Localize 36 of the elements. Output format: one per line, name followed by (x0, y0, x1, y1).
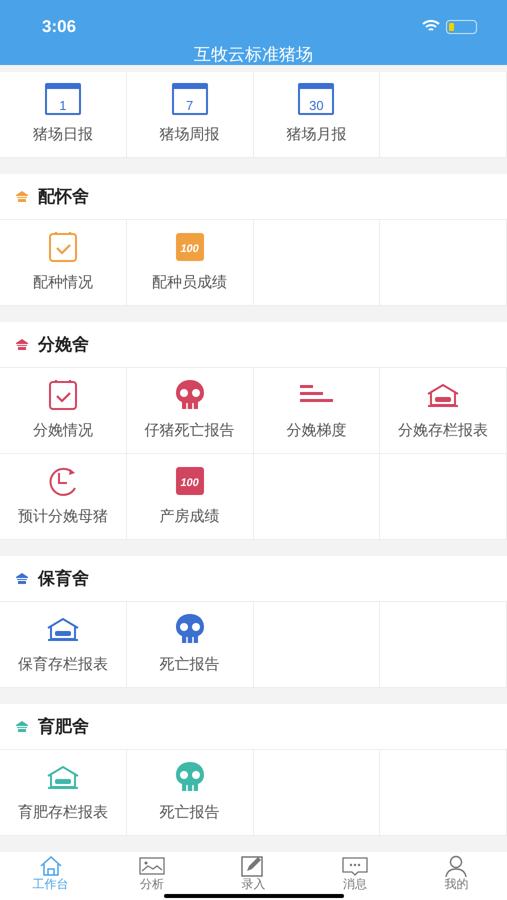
menu-item[interactable]: 配种情况 (0, 220, 127, 306)
section-title: 配怀舍 (38, 186, 89, 208)
tab[interactable]: 录入 (202, 855, 304, 890)
menu-item[interactable]: 育肥存栏报表 (0, 750, 127, 836)
home-icon (38, 855, 64, 877)
menu-item[interactable]: 死亡报告 (126, 602, 254, 688)
tab[interactable]: 分析 (101, 855, 203, 890)
menu-item[interactable]: 分娩存栏报表 (380, 368, 507, 454)
section-title: 保育舍 (38, 568, 89, 590)
menu-item[interactable]: 分娩情况 (0, 368, 127, 454)
message-icon (342, 855, 368, 877)
tab[interactable]: 我的 (406, 855, 507, 890)
menu-item[interactable]: 保育存栏报表 (0, 602, 127, 688)
score-number: 100 (180, 478, 199, 489)
status-time: 3:06 (42, 16, 76, 38)
section-title: 育肥舍 (38, 716, 89, 738)
section-title: 分娩舍 (38, 334, 89, 356)
wifi-icon (422, 20, 440, 34)
calendar-number: 1 (59, 99, 66, 112)
menu-item[interactable]: 30 猪场月报 (254, 72, 380, 158)
menu-item[interactable]: 预计分娩母猪 (0, 454, 127, 540)
menu-item[interactable]: 1 猪场日报 (0, 72, 127, 158)
image-icon (139, 855, 166, 877)
menu-item[interactable]: 死亡报告 (126, 750, 254, 836)
menu-item[interactable]: 100 产房成绩 (126, 454, 254, 540)
menu-item[interactable]: 仔猪死亡报告 (126, 368, 254, 454)
tab[interactable]: 消息 (304, 855, 406, 890)
user-icon (443, 855, 470, 877)
app-title: 互牧云标准猪场 (194, 44, 313, 66)
menu-item[interactable]: 7 猪场周报 (126, 72, 254, 158)
calendar-number: 30 (309, 99, 324, 112)
menu-item[interactable]: 100 配种员成绩 (126, 220, 254, 306)
menu-item[interactable]: 分娩梯度 (254, 368, 380, 454)
calendar-number: 7 (186, 99, 194, 112)
score-number: 100 (180, 244, 199, 255)
battery-icon (446, 20, 477, 34)
